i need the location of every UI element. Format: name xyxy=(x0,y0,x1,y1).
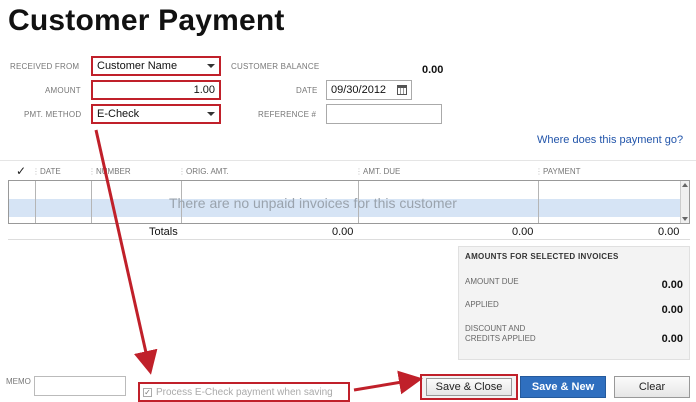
column-amt-due[interactable]: AMT. DUE xyxy=(363,167,400,176)
discount-label-line2: CREDITS APPLIED xyxy=(465,334,536,343)
chevron-down-icon[interactable] xyxy=(207,64,215,68)
checkbox-icon[interactable]: ✓ xyxy=(143,387,152,397)
customer-balance-label: CUSTOMER BALANCE xyxy=(231,62,320,71)
received-from-value: Customer Name xyxy=(97,60,178,72)
applied-label: APPLIED xyxy=(465,300,499,309)
date-label: DATE xyxy=(296,86,318,95)
invoice-grid-header: ✓ ⋮ DATE ⋮ NUMBER ⋮ ORIG. AMT. ⋮ AMT. DU… xyxy=(16,164,581,178)
date-value: 09/30/2012 xyxy=(331,84,387,96)
divider xyxy=(0,160,696,161)
invoice-grid[interactable]: There are no unpaid invoices for this cu… xyxy=(8,180,690,224)
calendar-icon[interactable] xyxy=(397,85,407,95)
totals-label: Totals xyxy=(149,226,178,238)
save-close-button[interactable]: Save & Close xyxy=(420,374,518,400)
scroll-up-icon[interactable] xyxy=(682,183,688,187)
clear-button[interactable]: Clear xyxy=(614,376,690,398)
column-orig-amt[interactable]: ORIG. AMT. xyxy=(186,167,229,176)
page-title: Customer Payment xyxy=(8,4,285,37)
process-echeck-checkbox[interactable]: ✓ Process E-Check payment when saving xyxy=(138,382,350,402)
totals-payment: 0.00 xyxy=(658,226,680,238)
totals-row: Totals 0.00 0.00 0.00 xyxy=(8,224,690,240)
chevron-down-icon[interactable] xyxy=(207,112,215,116)
amount-value: 1.00 xyxy=(193,84,215,96)
discount-value: 0.00 xyxy=(661,333,683,345)
pmt-method-value: E-Check xyxy=(97,108,140,120)
received-from-label: RECEIVED FROM xyxy=(10,62,80,71)
pmt-method-label: PMT. METHOD xyxy=(24,110,82,119)
memo-input[interactable] xyxy=(34,376,126,396)
column-date[interactable]: DATE xyxy=(40,167,61,176)
totals-amt-due: 0.00 xyxy=(512,226,534,238)
applied-value: 0.00 xyxy=(661,304,683,316)
amount-label: AMOUNT xyxy=(45,86,81,95)
payment-help-link[interactable]: Where does this payment go? xyxy=(537,134,683,146)
memo-label: MEMO xyxy=(6,377,31,386)
column-number[interactable]: NUMBER xyxy=(96,167,131,176)
customer-balance-value: 0.00 xyxy=(422,64,444,76)
column-payment[interactable]: PAYMENT xyxy=(543,167,580,176)
pmt-method-dropdown[interactable]: E-Check xyxy=(91,104,221,124)
date-field[interactable]: 09/30/2012 xyxy=(326,80,412,100)
checkmark-icon[interactable]: ✓ xyxy=(16,164,26,178)
amount-field[interactable]: 1.00 xyxy=(91,80,221,100)
amounts-panel: AMOUNTS FOR SELECTED INVOICES AMOUNT DUE… xyxy=(458,246,690,360)
empty-grid-message: There are no unpaid invoices for this cu… xyxy=(169,195,457,211)
reference-label: REFERENCE # xyxy=(258,110,317,119)
reference-input[interactable] xyxy=(326,104,442,124)
scroll-down-icon[interactable] xyxy=(682,217,688,221)
process-echeck-label: Process E-Check payment when saving xyxy=(156,386,333,398)
totals-orig-amt: 0.00 xyxy=(332,226,354,238)
amount-due-label: AMOUNT DUE xyxy=(465,277,519,286)
discount-label-line1: DISCOUNT AND xyxy=(465,324,526,333)
arrow-to-save-close xyxy=(353,370,423,395)
received-from-dropdown[interactable]: Customer Name xyxy=(91,56,221,76)
amounts-panel-header: AMOUNTS FOR SELECTED INVOICES xyxy=(465,252,619,261)
grid-scrollbar[interactable] xyxy=(680,181,689,223)
save-new-button[interactable]: Save & New xyxy=(520,376,606,398)
amount-due-value: 0.00 xyxy=(661,279,683,291)
